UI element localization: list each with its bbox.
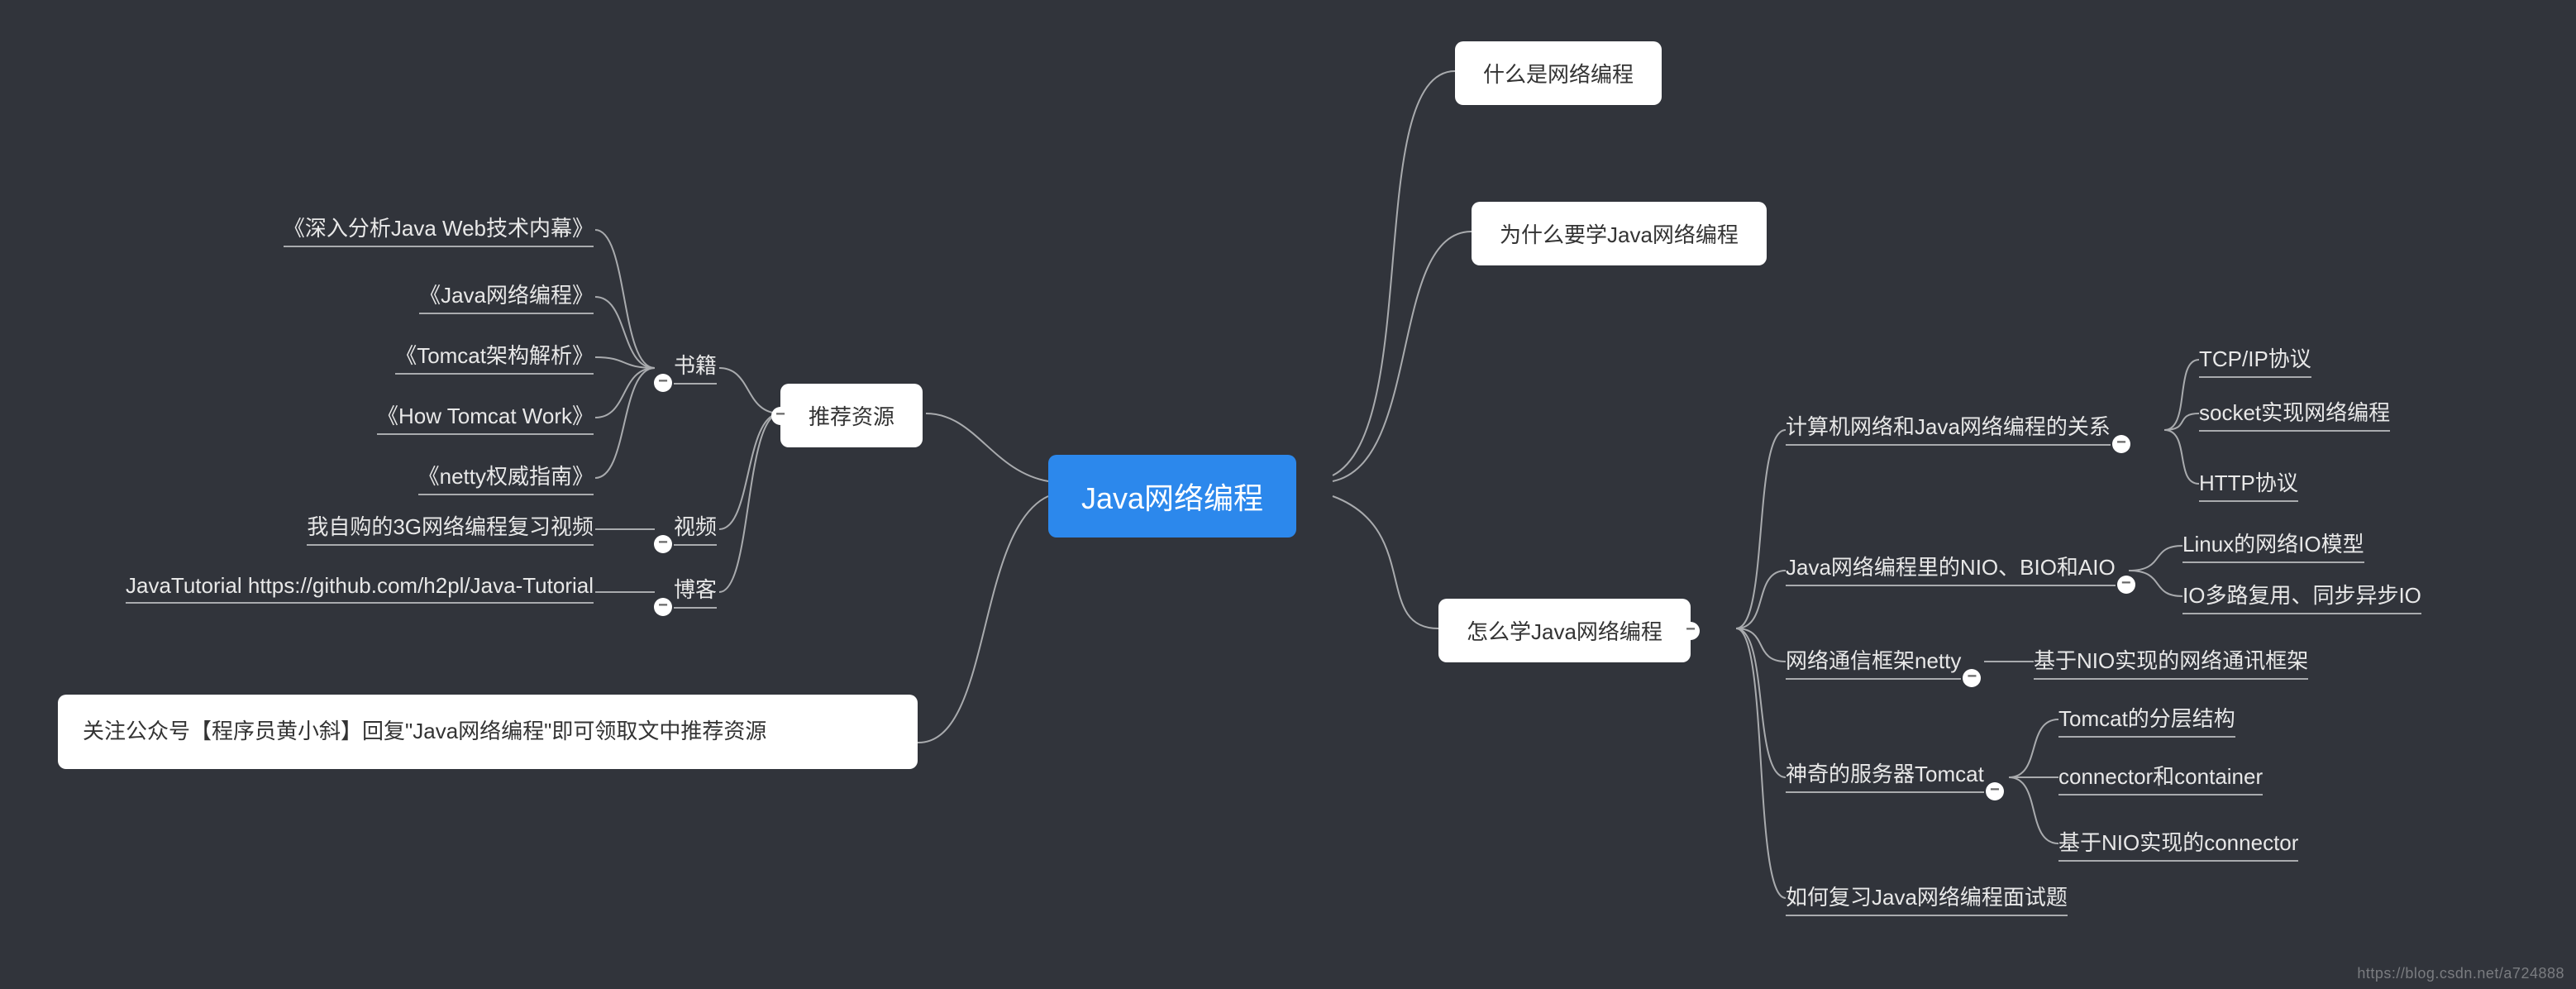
node-label: 推荐资源 xyxy=(809,404,894,429)
leaf-label: 《Java网络编程》 xyxy=(419,283,594,308)
node-nio-bio-aio[interactable]: Java网络编程里的NIO、BIO和AIO − xyxy=(1786,551,2116,586)
collapse-icon[interactable]: − xyxy=(654,374,672,392)
leaf-book-javaweb[interactable]: 《深入分析Java Web技术内幕》 xyxy=(284,212,594,247)
leaf-nio-connector[interactable]: 基于NIO实现的connector xyxy=(2058,826,2298,862)
leaf-blog-tutorial[interactable]: JavaTutorial https://github.com/h2pl/Jav… xyxy=(126,573,594,604)
leaf-book-javanetwork[interactable]: 《Java网络编程》 xyxy=(419,279,594,314)
collapse-icon[interactable]: − xyxy=(654,535,672,553)
root-label: Java网络编程 xyxy=(1081,481,1263,515)
collapse-icon[interactable]: − xyxy=(2117,576,2135,594)
node-netty[interactable]: 网络通信框架netty − xyxy=(1786,644,1961,680)
leaf-netty-nio[interactable]: 基于NIO实现的网络通讯框架 xyxy=(2034,644,2308,680)
node-video[interactable]: 视频 − xyxy=(674,510,717,546)
leaf-label: JavaTutorial https://github.com/h2pl/Jav… xyxy=(126,573,594,598)
node-blog[interactable]: 博客 − xyxy=(674,573,717,609)
node-why-learn[interactable]: 为什么要学Java网络编程 xyxy=(1472,202,1767,265)
collapse-icon[interactable]: − xyxy=(654,598,672,616)
node-label: 网络通信框架netty xyxy=(1786,648,1961,673)
leaf-label: connector和container xyxy=(2058,764,2263,789)
collapse-icon[interactable]: − xyxy=(771,407,789,425)
note-text: 关注公众号【程序员黄小斜】回复"Java网络编程"即可领取文中推荐资源 xyxy=(83,719,766,743)
leaf-label: 《Tomcat架构解析》 xyxy=(395,343,594,368)
leaf-label: socket实现网络编程 xyxy=(2199,400,2390,425)
node-label: 怎么学Java网络编程 xyxy=(1467,619,1662,644)
collapse-icon[interactable]: − xyxy=(2112,435,2130,453)
leaf-book-tomcat-arch[interactable]: 《Tomcat架构解析》 xyxy=(395,339,594,375)
leaf-tcpip[interactable]: TCP/IP协议 xyxy=(2199,342,2311,378)
leaf-label: 我自购的3G网络编程复习视频 xyxy=(307,514,594,539)
leaf-video-3g[interactable]: 我自购的3G网络编程复习视频 xyxy=(307,510,594,546)
node-label: 计算机网络和Java网络编程的关系 xyxy=(1786,414,2111,439)
leaf-label: 基于NIO实现的网络通讯框架 xyxy=(2034,648,2308,673)
node-books[interactable]: 书籍 − xyxy=(674,349,717,385)
leaf-book-netty[interactable]: 《netty权威指南》 xyxy=(418,460,594,495)
node-resources[interactable]: 推荐资源 − xyxy=(780,384,923,447)
leaf-label: 《深入分析Java Web技术内幕》 xyxy=(284,216,594,241)
leaf-linux-io[interactable]: Linux的网络IO模型 xyxy=(2182,528,2364,563)
node-network-relation[interactable]: 计算机网络和Java网络编程的关系 − xyxy=(1786,410,2111,446)
node-what-is[interactable]: 什么是网络编程 xyxy=(1455,41,1662,105)
note-box: 关注公众号【程序员黄小斜】回复"Java网络编程"即可领取文中推荐资源 xyxy=(58,695,918,769)
node-label: 如何复习Java网络编程面试题 xyxy=(1786,885,2068,910)
leaf-connector-container[interactable]: connector和container xyxy=(2058,760,2263,796)
leaf-label: Tomcat的分层结构 xyxy=(2058,706,2235,731)
node-label: 博客 xyxy=(674,577,717,602)
leaf-label: Linux的网络IO模型 xyxy=(2182,532,2364,557)
leaf-tomcat-layers[interactable]: Tomcat的分层结构 xyxy=(2058,702,2235,738)
collapse-icon[interactable]: − xyxy=(1682,622,1700,640)
node-label: Java网络编程里的NIO、BIO和AIO xyxy=(1786,555,2116,580)
node-interview[interactable]: 如何复习Java网络编程面试题 xyxy=(1786,881,2068,916)
leaf-label: 《How Tomcat Work》 xyxy=(377,404,594,428)
leaf-label: TCP/IP协议 xyxy=(2199,346,2311,371)
node-label: 什么是网络编程 xyxy=(1483,62,1634,87)
leaf-label: 基于NIO实现的connector xyxy=(2058,830,2298,855)
leaf-socket[interactable]: socket实现网络编程 xyxy=(2199,396,2390,432)
collapse-icon[interactable]: − xyxy=(1963,669,1981,687)
leaf-book-howtomcat[interactable]: 《How Tomcat Work》 xyxy=(377,399,594,435)
watermark-text: https://blog.csdn.net/a724888 xyxy=(2357,965,2564,982)
node-label: 神奇的服务器Tomcat xyxy=(1786,762,1984,786)
node-label: 为什么要学Java网络编程 xyxy=(1500,222,1739,247)
node-tomcat[interactable]: 神奇的服务器Tomcat − xyxy=(1786,757,1984,793)
leaf-io-multiplex[interactable]: IO多路复用、同步异步IO xyxy=(2182,579,2421,614)
collapse-icon[interactable]: − xyxy=(1986,782,2004,800)
leaf-label: 《netty权威指南》 xyxy=(418,464,594,489)
node-how-learn[interactable]: 怎么学Java网络编程 − xyxy=(1438,599,1691,662)
leaf-label: HTTP协议 xyxy=(2199,471,2298,495)
node-label: 书籍 xyxy=(674,353,717,378)
node-label: 视频 xyxy=(674,514,717,539)
watermark: https://blog.csdn.net/a724888 xyxy=(2357,965,2564,982)
root-node[interactable]: Java网络编程 xyxy=(1048,455,1296,538)
leaf-http[interactable]: HTTP协议 xyxy=(2199,466,2298,502)
leaf-label: IO多路复用、同步异步IO xyxy=(2182,583,2421,608)
